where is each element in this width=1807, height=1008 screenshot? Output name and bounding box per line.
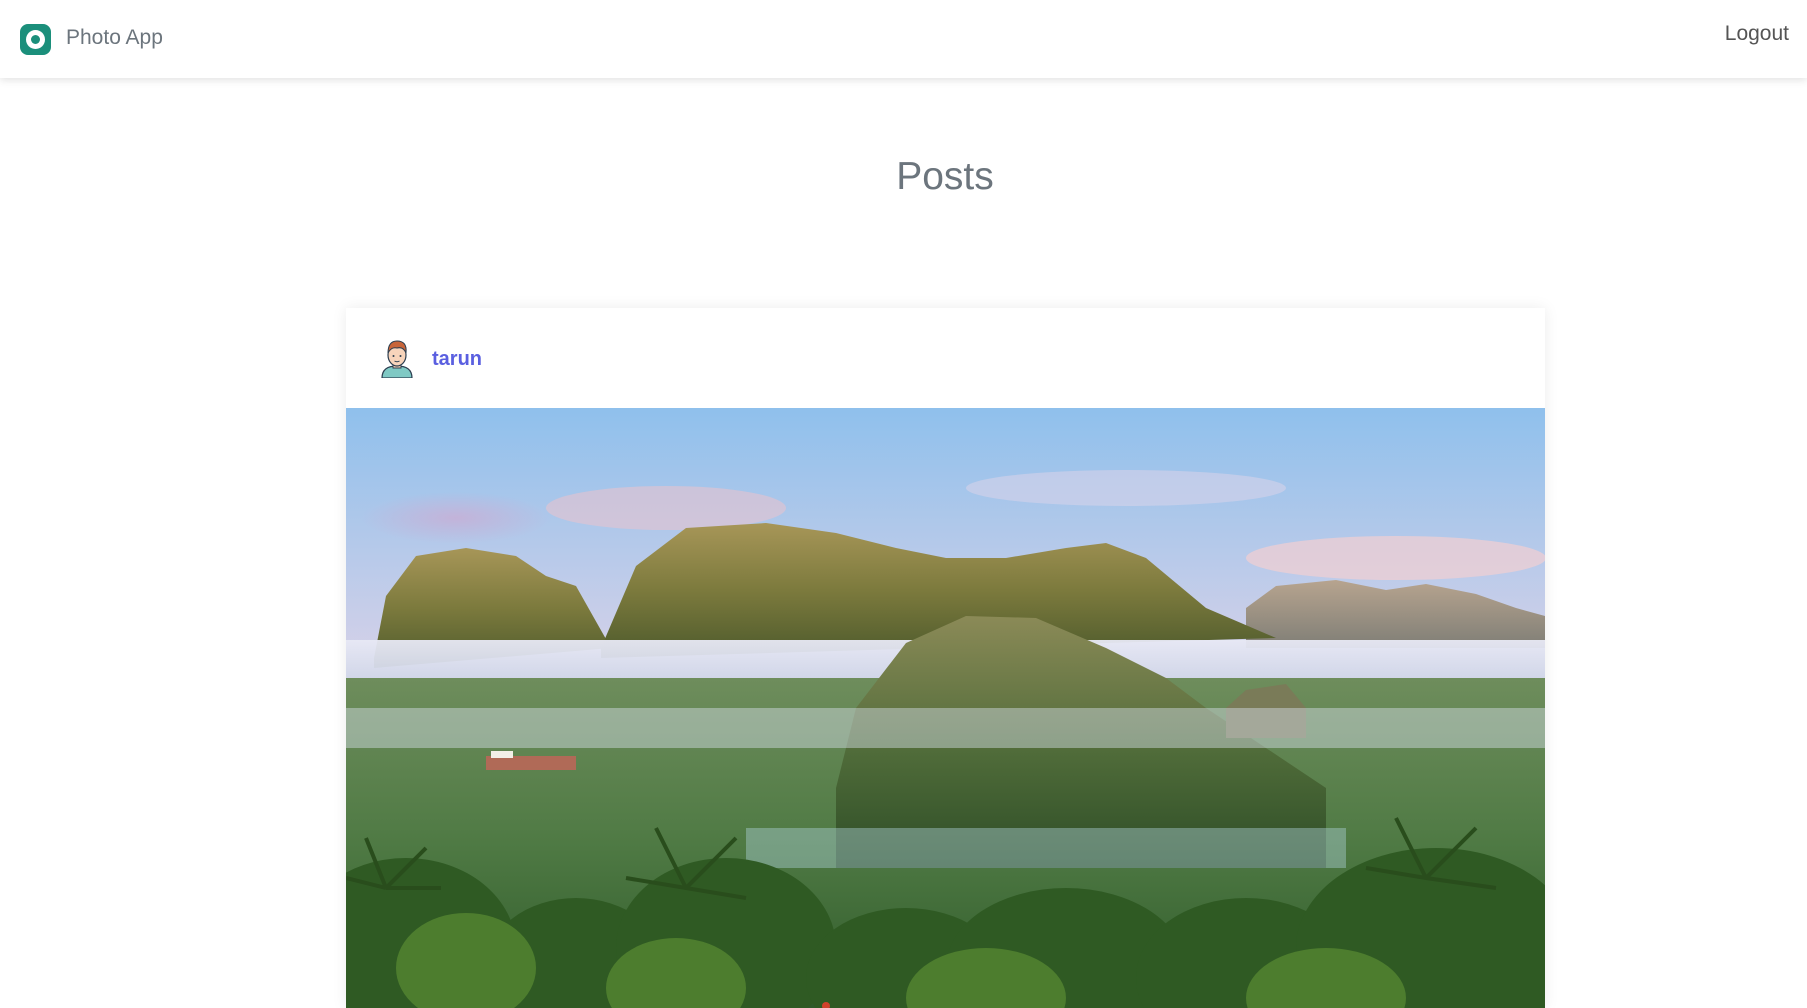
brand-name: Photo App (66, 25, 163, 49)
post-image (346, 408, 1545, 1008)
page-title: Posts (896, 155, 994, 198)
camera-logo-icon (20, 24, 51, 55)
person-avatar-icon (380, 338, 414, 379)
post-card: tarun (346, 308, 1545, 1008)
navbar: Photo App Logout (0, 0, 1807, 78)
post-header: tarun (346, 308, 1545, 408)
brand-link[interactable]: Photo App (20, 20, 163, 55)
logout-link[interactable]: Logout (1725, 20, 1789, 48)
post-username-link[interactable]: tarun (432, 347, 482, 371)
